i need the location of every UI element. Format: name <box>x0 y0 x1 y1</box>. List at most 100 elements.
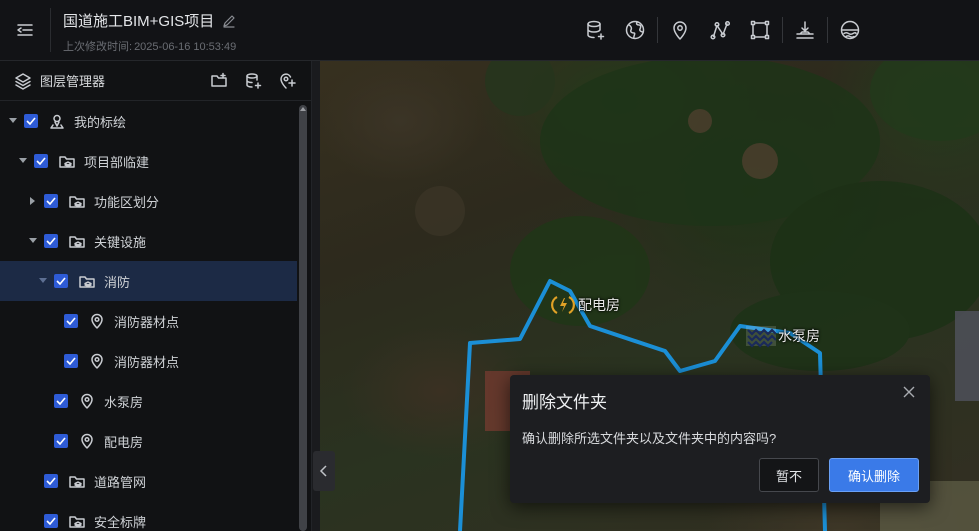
layers-icon <box>15 72 31 90</box>
add-point-button[interactable] <box>662 12 698 48</box>
add-polyline-button[interactable] <box>702 12 738 48</box>
app-header: 国道施工BIM+GIS项目 上次修改时间: 2025-06-16 10:53:49 <box>0 0 979 61</box>
edit-title-icon[interactable] <box>222 14 236 28</box>
delete-folder-dialog: 删除文件夹 确认删除所选文件夹以及文件夹中的内容吗? 暂不 确认删除 <box>510 375 930 503</box>
tree-node-zoning[interactable]: 功能区划分 <box>0 181 297 221</box>
project-title-text: 国道施工BIM+GIS项目 <box>63 13 215 30</box>
tree-checkbox[interactable] <box>34 154 48 168</box>
tree-node-label: 道路管网 <box>94 474 147 490</box>
caret-right-icon[interactable] <box>26 194 40 208</box>
database-add-icon <box>587 20 605 40</box>
vegetation-texture <box>415 61 979 371</box>
tree-node-fire-equipment-1[interactable]: 消防器材点 <box>0 301 297 341</box>
water-level-icon <box>840 20 860 40</box>
folder-layers-icon <box>78 272 96 290</box>
tree-checkbox[interactable] <box>44 194 58 208</box>
tree-checkbox[interactable] <box>44 234 58 248</box>
layer-manager-title: 图层管理器 <box>40 74 106 89</box>
tree-checkbox[interactable] <box>64 314 78 328</box>
add-folder-button[interactable] <box>209 71 229 91</box>
header-divider <box>50 8 51 52</box>
tree-checkbox[interactable] <box>64 354 78 368</box>
tree-node-project-temp[interactable]: 项目部临建 <box>0 141 297 181</box>
tree-checkbox[interactable] <box>24 114 38 128</box>
menu-toggle-button[interactable] <box>12 18 38 42</box>
tree-scrollbar[interactable] <box>299 105 307 531</box>
tree-checkbox[interactable] <box>54 434 68 448</box>
tree-checkbox[interactable] <box>44 474 58 488</box>
tree-node-label: 配电房 <box>104 434 144 450</box>
add-data-button[interactable] <box>577 12 613 48</box>
project-title: 国道施工BIM+GIS项目 <box>63 10 236 31</box>
toolbar-separator <box>657 17 658 43</box>
add-marker-icon <box>280 73 296 89</box>
caret-down-icon[interactable] <box>16 154 30 168</box>
tree-node-label: 消防器材点 <box>114 314 180 330</box>
dialog-title: 删除文件夹 <box>522 393 607 412</box>
dialog-close-button[interactable] <box>902 385 916 399</box>
tree-node-label: 消防 <box>104 274 131 290</box>
tree-node-road-pipe-network[interactable]: 道路管网 <box>0 461 297 501</box>
map-label-text: 配电房 <box>578 297 620 313</box>
folder-layers-icon <box>68 512 86 530</box>
last-modified-value: 2025-06-16 10:53:49 <box>134 41 237 53</box>
tree-node-safety-signs[interactable]: 安全标牌 <box>0 501 297 531</box>
map-toolbar <box>575 12 870 48</box>
map-marker-power-room[interactable]: 配电房 <box>550 293 620 317</box>
toolbar-separator <box>782 17 783 43</box>
toolbar-separator <box>827 17 828 43</box>
tree-node-label: 项目部临建 <box>84 154 150 170</box>
terrain-flatten-icon <box>796 21 814 39</box>
tree-node-label: 我的标绘 <box>74 114 127 130</box>
map-pin-icon <box>673 21 687 40</box>
tree-node-fire-equipment-2[interactable]: 消防器材点 <box>0 341 297 381</box>
scroll-up-icon[interactable] <box>299 105 307 113</box>
tree-node-pump-house[interactable]: 水泵房 <box>0 381 297 421</box>
tree-node-fire-protection[interactable]: 消防 <box>0 261 297 301</box>
water-level-button[interactable] <box>832 12 868 48</box>
folder-layers-icon <box>68 192 86 210</box>
tree-node-label: 功能区划分 <box>94 194 160 210</box>
layer-manager-header: 图层管理器 <box>0 61 311 101</box>
tree-node-label: 关键设施 <box>94 234 147 250</box>
tree-node-label: 安全标牌 <box>94 514 147 530</box>
add-polygon-button[interactable] <box>742 12 778 48</box>
terrain-flatten-button[interactable] <box>787 12 823 48</box>
folder-layers-icon <box>68 472 86 490</box>
tree-checkbox[interactable] <box>54 274 68 288</box>
caret-down-icon[interactable] <box>6 114 20 128</box>
chevron-left-icon <box>319 465 327 477</box>
folder-layers-icon <box>68 232 86 250</box>
polygon-icon <box>750 20 770 40</box>
menu-collapse-icon <box>17 24 33 36</box>
map-pin-icon <box>88 352 106 370</box>
globe-button[interactable] <box>617 12 653 48</box>
map-pin-icon <box>88 312 106 330</box>
map-label-text: 水泵房 <box>778 328 820 344</box>
layer-tree: 我的标绘 项目部临建 功能区划分 关键设施 消防 消防器材点 消防器材点 水泵房… <box>0 101 311 531</box>
tree-node-label: 消防器材点 <box>114 354 180 370</box>
user-pin-icon <box>48 112 66 130</box>
tree-scroll-thumb[interactable] <box>299 105 307 531</box>
caret-down-icon[interactable] <box>26 234 40 248</box>
water-wave-icon <box>746 326 776 348</box>
tree-node-power-room[interactable]: 配电房 <box>0 421 297 461</box>
close-icon <box>903 386 915 398</box>
layer-manager-actions <box>209 71 297 91</box>
tree-node-key-facilities[interactable]: 关键设施 <box>0 221 297 261</box>
add-layer-data-button[interactable] <box>243 71 263 91</box>
globe-icon <box>625 20 645 40</box>
caret-down-icon[interactable] <box>36 274 50 288</box>
tree-checkbox[interactable] <box>54 394 68 408</box>
last-modified-label: 上次修改时间: <box>63 41 133 53</box>
cancel-button[interactable]: 暂不 <box>759 458 819 492</box>
layer-manager-panel: 图层管理器 我的标绘 项目部临建 功能区划分 关键设施 消防 消防器材点 消防器… <box>0 61 312 531</box>
tree-checkbox[interactable] <box>44 514 58 528</box>
folder-layers-icon <box>58 152 76 170</box>
confirm-delete-button[interactable]: 确认删除 <box>829 458 919 492</box>
add-marker-button[interactable] <box>277 71 297 91</box>
collapse-panel-button[interactable] <box>313 451 335 491</box>
map-marker-pump-house[interactable]: 水泵房 <box>746 324 820 348</box>
tree-node-my-plots[interactable]: 我的标绘 <box>0 101 297 141</box>
last-modified: 上次修改时间: 2025-06-16 10:53:49 <box>63 38 238 54</box>
